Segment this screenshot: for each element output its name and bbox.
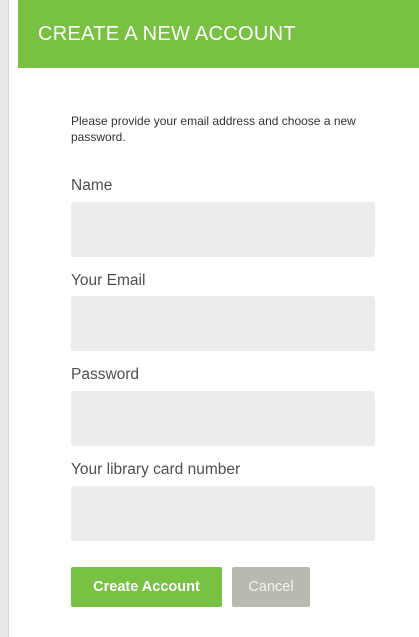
page-title: CREATE A NEW ACCOUNT xyxy=(38,22,296,45)
email-input[interactable] xyxy=(71,296,375,351)
left-edge xyxy=(0,0,8,637)
password-label: Password xyxy=(71,366,140,383)
name-label: Name xyxy=(71,177,113,194)
password-input[interactable] xyxy=(71,391,375,446)
name-input[interactable] xyxy=(71,202,375,257)
left-edge-divider xyxy=(8,0,9,637)
library-card-label: Your library card number xyxy=(71,461,241,478)
form-intro-text: Please provide your email address and ch… xyxy=(71,114,356,144)
email-label: Your Email xyxy=(71,272,146,289)
create-account-button[interactable]: Create Account xyxy=(71,567,222,607)
cancel-button[interactable]: Cancel xyxy=(232,567,310,607)
panel-header: CREATE A NEW ACCOUNT xyxy=(18,0,419,68)
create-account-panel: CREATE A NEW ACCOUNT Please provide your… xyxy=(0,0,419,637)
library-card-input[interactable] xyxy=(71,486,375,541)
